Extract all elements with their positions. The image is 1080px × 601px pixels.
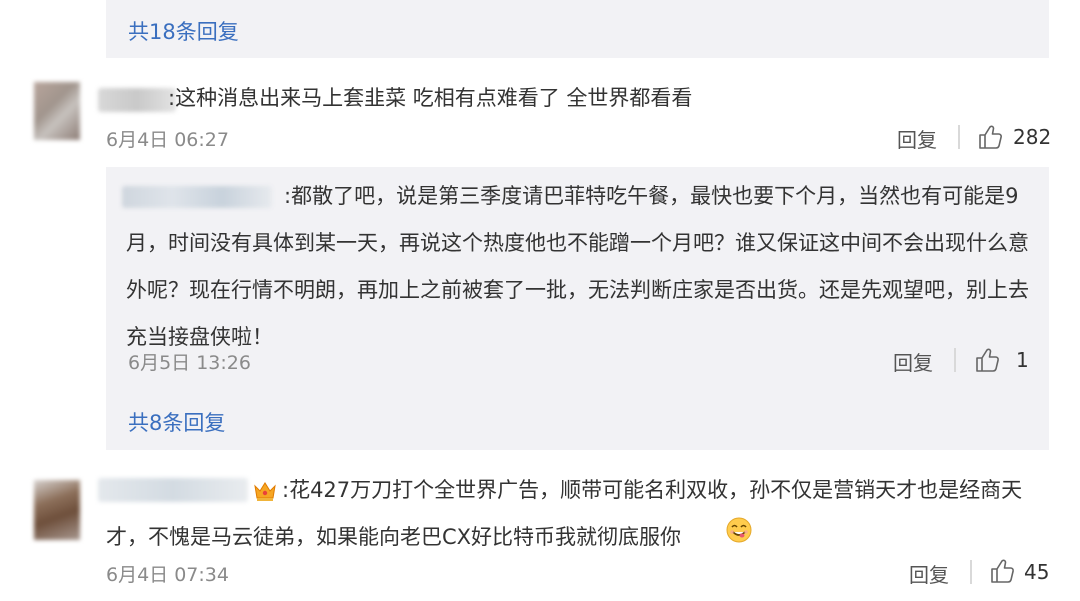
replies-panel: :都散了吧，说是第三季度请巴菲特吃午餐，最快也要下个月，当然也有可能是9月，时间… [106, 167, 1049, 450]
reply-button[interactable]: 回复 [909, 559, 949, 588]
comment-text: :花427万刀打个全世界广告，顺带可能名利双收，孙不仅是营销天才也是经商天才，不… [106, 478, 1023, 549]
avatar[interactable] [34, 480, 80, 540]
divider [958, 125, 960, 149]
reply-button[interactable]: 回复 [893, 347, 933, 376]
like-icon[interactable] [974, 347, 1000, 373]
like-count: 1 [1016, 348, 1029, 372]
divider [970, 560, 972, 584]
reply-date: 6月5日 13:26 [128, 352, 251, 374]
like-icon[interactable] [977, 124, 1003, 150]
more-replies-link[interactable]: 共8条回复 [128, 407, 225, 437]
replies-panel-top: 共18条回复 [106, 0, 1049, 58]
reply-text: :都散了吧，说是第三季度请巴菲特吃午餐，最快也要下个月，当然也有可能是9月，时间… [126, 184, 1029, 349]
username[interactable] [98, 88, 176, 112]
comment-date: 6月4日 06:27 [106, 129, 229, 151]
like-count: 45 [1024, 560, 1050, 584]
comment-text: :这种消息出来马上套韭菜 吃相有点难看了 全世界都看看 [168, 86, 693, 110]
reply-button[interactable]: 回复 [897, 124, 937, 153]
avatar[interactable] [34, 82, 80, 140]
like-icon[interactable] [989, 558, 1015, 584]
more-replies-link[interactable]: 共18条回复 [128, 16, 239, 46]
divider [954, 348, 956, 372]
like-count: 282 [1013, 125, 1052, 149]
yummy-face-emoji-icon [726, 517, 752, 543]
comment-date: 6月4日 07:34 [106, 564, 229, 586]
